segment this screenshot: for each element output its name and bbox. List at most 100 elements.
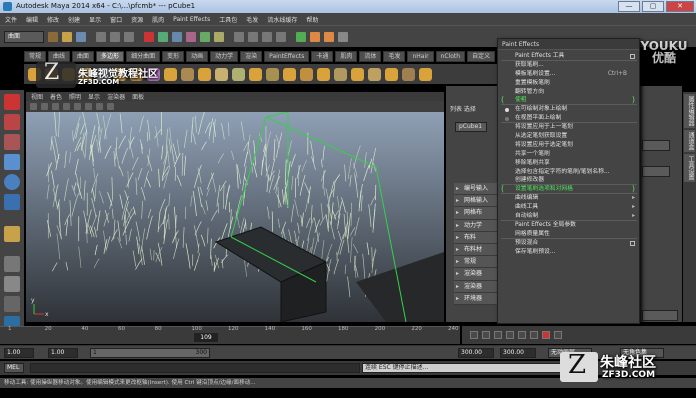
select-hierarchy-icon[interactable] — [96, 31, 106, 42]
viewport-menu-view[interactable]: 视图 — [31, 92, 43, 101]
menu-item-save-brush-preset[interactable]: 保存笔刷预设... — [501, 248, 637, 257]
viewport-menu-shading[interactable]: 着色 — [50, 92, 62, 101]
brush-preset-icon[interactable] — [334, 67, 347, 81]
menu-item-mesh-quality[interactable]: 网格质量属性 — [501, 230, 637, 239]
step-back-key-icon[interactable] — [482, 331, 490, 339]
outliner-layout-icon[interactable] — [4, 296, 20, 312]
wireframe-icon[interactable] — [41, 103, 48, 110]
menu-display[interactable]: 显示 — [89, 15, 101, 24]
step-forward-frame-icon[interactable] — [530, 331, 538, 339]
panel-button[interactable] — [642, 140, 670, 151]
textured-icon[interactable] — [63, 103, 70, 110]
smooth-shade-icon[interactable] — [52, 103, 59, 110]
scale-tool-icon[interactable] — [4, 194, 20, 210]
move-tool-icon[interactable] — [4, 154, 20, 170]
select-joints-icon[interactable] — [172, 31, 182, 42]
shelf-tab-surfaces[interactable]: 曲面 — [72, 50, 95, 62]
brush-preset-icon[interactable] — [419, 67, 432, 81]
select-tool-icon[interactable] — [4, 94, 20, 110]
menu-item-apply-settings-selected[interactable]: 将设置应用于选定笔划 — [501, 141, 637, 150]
menu-item-get-brush[interactable]: 获取笔刷... — [501, 61, 637, 70]
brush-preset-icon[interactable] — [283, 67, 296, 81]
channel-row[interactable]: 环境器 — [454, 292, 502, 305]
shelf-tab-ncloth[interactable]: nCloth — [435, 50, 466, 62]
playback-end-field[interactable]: 300.00 — [458, 348, 494, 358]
menu-item-remove-brush-sharing[interactable]: 移除笔刷共享 — [501, 159, 637, 168]
single-perspective-layout-icon[interactable] — [4, 256, 20, 272]
channel-row[interactable]: 网格布 — [454, 207, 502, 220]
select-component-icon[interactable] — [124, 31, 134, 42]
brush-preset-icon[interactable] — [181, 67, 194, 81]
menu-item-reset-template-brush[interactable]: 重置模板笔刷 — [501, 79, 637, 88]
menu-toolkit[interactable]: 工具包 — [219, 15, 237, 24]
viewport-menu-renderer[interactable]: 渲染器 — [107, 92, 125, 101]
menu-pipeline-cache[interactable]: 流水线缓存 — [267, 15, 297, 24]
menu-item-select-brush-by-name[interactable]: 选择包含指定字符的笔刷/笔划名称... — [501, 168, 637, 177]
brush-preset-icon[interactable] — [402, 67, 415, 81]
play-backwards-icon[interactable] — [506, 331, 514, 339]
shelf-tab-subdivs[interactable]: 细分曲面 — [126, 50, 161, 62]
playback-start-field[interactable]: 1.00 — [48, 348, 78, 358]
rotate-tool-icon[interactable] — [4, 174, 20, 190]
brush-preset-icon[interactable] — [317, 67, 330, 81]
four-view-layout-icon[interactable] — [4, 276, 20, 292]
shelf-tab-painteffects[interactable]: PaintEffects — [264, 50, 310, 62]
select-object-icon[interactable] — [110, 31, 120, 42]
menu-window[interactable]: 窗口 — [110, 15, 122, 24]
shelf-tab-toon[interactable]: 卡通 — [311, 50, 334, 62]
snap-grid-icon[interactable] — [234, 31, 244, 42]
isolate-select-icon[interactable] — [85, 103, 92, 110]
channel-row[interactable]: 布料 — [454, 231, 502, 244]
snap-view-plane-icon[interactable] — [276, 31, 286, 42]
lights-icon[interactable] — [74, 103, 81, 110]
brush-preset-icon[interactable] — [266, 67, 279, 81]
menu-item-set-brush-options-mesh[interactable]: (设置笔刷选项和对网格) — [501, 185, 637, 195]
menu-item-curve-edit[interactable]: 曲线编辑 ▸ — [501, 194, 637, 203]
menu-item-flip-tube-direction[interactable]: 翻转管方向 — [501, 88, 637, 97]
brush-preset-icon[interactable] — [215, 67, 228, 81]
select-surfaces-icon[interactable] — [200, 31, 210, 42]
brush-preset-icon[interactable] — [249, 67, 262, 81]
select-handles-icon[interactable] — [158, 31, 168, 42]
brush-preset-icon[interactable] — [351, 67, 364, 81]
render-settings-icon[interactable] — [338, 31, 348, 42]
close-button[interactable]: ✕ — [666, 1, 694, 12]
brush-preset-icon[interactable] — [385, 67, 398, 81]
panel-button[interactable] — [642, 310, 678, 321]
side-tab-channel-box[interactable]: 通道盒 — [684, 130, 695, 152]
menu-item-share-one-brush[interactable]: 共享一个笔刷 — [501, 150, 637, 159]
menu-item-make-paintable[interactable]: (使粗) — [501, 96, 637, 106]
snap-curve-icon[interactable] — [248, 31, 258, 42]
shelf-tab-dynamics[interactable]: 动力学 — [210, 50, 239, 62]
brush-preset-icon[interactable] — [164, 67, 177, 81]
panel-button[interactable] — [642, 166, 670, 177]
channel-row[interactable]: 布料材 — [454, 243, 502, 257]
new-scene-icon[interactable] — [48, 31, 58, 42]
menu-item-paint-effects-tool[interactable]: Paint Effects 工具 — [501, 52, 637, 61]
object-name-field[interactable]: pCube1 — [455, 122, 487, 132]
select-deformations-icon[interactable] — [214, 31, 224, 42]
camera-icon[interactable] — [30, 103, 37, 110]
brush-preset-icon[interactable] — [198, 67, 211, 81]
shelf-tab-animation[interactable]: 动画 — [186, 50, 209, 62]
select-curves-icon[interactable] — [186, 31, 196, 42]
menu-item-paint-on-paintable[interactable]: 在可绘制对象上绘制 — [501, 105, 637, 114]
mask-icon[interactable] — [144, 31, 154, 42]
channel-row[interactable]: 动力学 — [454, 219, 502, 232]
maximize-button[interactable]: ▢ — [642, 1, 664, 12]
shelf-tab-polygons[interactable]: 多边形 — [96, 50, 125, 62]
shelf-tab-nhair[interactable]: nHair — [407, 50, 434, 62]
channel-row[interactable]: 渲染器 — [454, 268, 502, 281]
paint-select-tool-icon[interactable] — [4, 134, 20, 150]
viewport-menu-show[interactable]: 显示 — [88, 92, 100, 101]
go-to-start-icon[interactable] — [470, 331, 478, 339]
menu-item-preset-blend[interactable]: 预设混合 — [501, 239, 637, 248]
command-input[interactable] — [30, 363, 360, 373]
save-scene-icon[interactable] — [76, 31, 86, 42]
menu-item-apply-settings-last-stroke[interactable]: 将设置应用于上一笔划 — [501, 123, 637, 132]
menu-set-dropdown[interactable]: 曲面 — [4, 30, 44, 43]
shelf-tab-fur[interactable]: 毛发 — [383, 50, 406, 62]
shelf-tab-fluids[interactable]: 流体 — [359, 50, 382, 62]
channel-row[interactable]: 网格输入 — [454, 195, 502, 208]
channel-row[interactable]: 渲染器 — [454, 280, 502, 293]
